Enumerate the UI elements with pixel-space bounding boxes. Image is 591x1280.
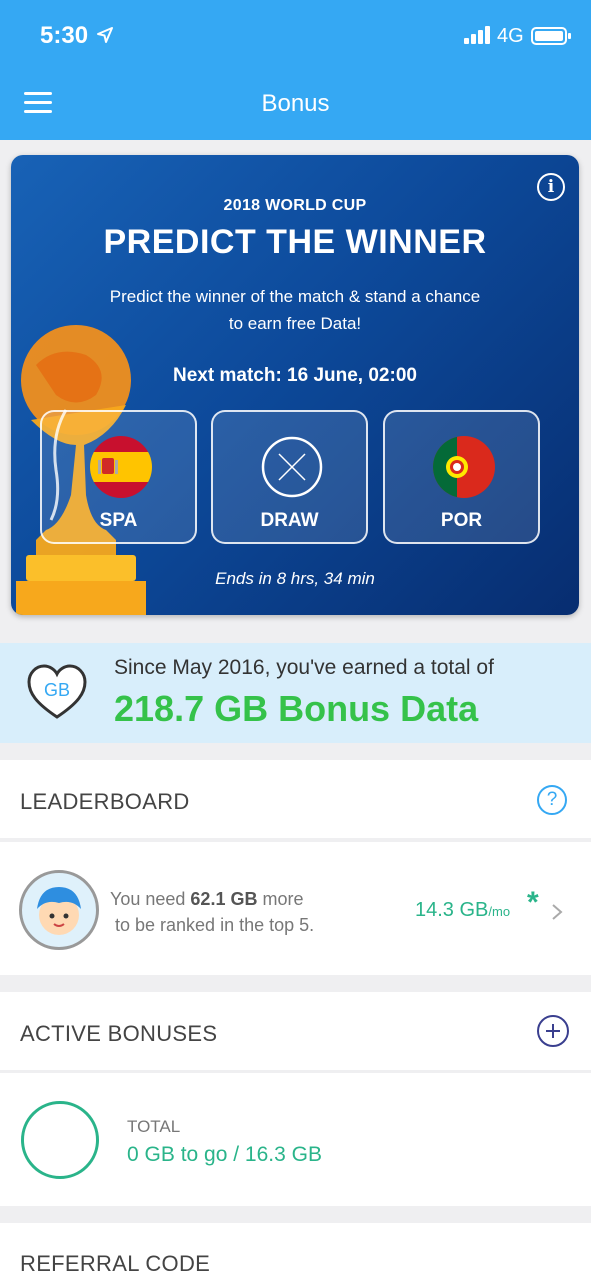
cell-signal-icon	[464, 26, 490, 44]
referral-code-header[interactable]: REFERRAL CODE	[0, 1223, 591, 1280]
leaderboard-header: LEADERBOARD ?	[0, 760, 591, 838]
draw-x-icon	[261, 436, 323, 498]
section-title: REFERRAL CODE	[20, 1251, 211, 1276]
status-bar: 5:30 4G	[0, 0, 591, 70]
section-title: ACTIVE BONUSES	[20, 1021, 218, 1046]
spain-flag-icon	[90, 436, 152, 498]
battery-icon	[531, 27, 571, 45]
bonus-summary-banner: GB Since May 2016, you've earned a total…	[0, 643, 591, 743]
world-cup-promo-card[interactable]: i 2018 WORLD CUP PREDICT THE WINNER Pred…	[11, 155, 579, 615]
asterisk-marker: *	[527, 886, 539, 919]
chevron-right-icon[interactable]	[551, 903, 563, 921]
leaderboard-row[interactable]: You need 62.1 GB more to be ranked in th…	[0, 842, 591, 975]
page-title: Bonus	[261, 90, 330, 117]
choice-label: DRAW	[260, 510, 319, 531]
active-bonus-total-row: TOTAL 0 GB to go / 16.3 GB	[0, 1073, 591, 1206]
choice-label: SPA	[99, 510, 138, 531]
countdown-text: Ends in 8 hrs, 34 min	[215, 569, 375, 588]
choice-portugal-button[interactable]: POR	[383, 410, 540, 544]
add-bonus-icon[interactable]	[537, 1015, 569, 1047]
location-arrow-icon	[97, 27, 113, 43]
progress-ring	[21, 1101, 99, 1179]
choice-spain-button[interactable]: SPA	[40, 410, 197, 544]
network-type: 4G	[497, 25, 524, 47]
help-icon[interactable]: ?	[537, 785, 567, 815]
choice-draw-button[interactable]: DRAW	[211, 410, 368, 544]
total-value: 0 GB to go / 16.3 GB	[127, 1143, 322, 1166]
svg-text:GB: GB	[44, 680, 70, 700]
gb-heart-icon: GB	[27, 664, 87, 719]
promo-description: Predict the winner of the match & stand …	[109, 287, 481, 333]
active-bonuses-header: ACTIVE BONUSES	[0, 992, 591, 1070]
promo-title: PREDICT THE WINNER	[103, 223, 487, 261]
bonus-total-value: 218.7 GB Bonus Data	[114, 688, 479, 729]
promo-eyebrow: 2018 WORLD CUP	[223, 197, 367, 214]
bonus-earned-text: Since May 2016, you've earned a total of	[114, 656, 494, 679]
portugal-flag-icon	[433, 436, 495, 498]
rank-message: You need 62.1 GB more to be ranked in th…	[110, 889, 315, 935]
status-time: 5:30	[40, 22, 89, 49]
section-title: LEADERBOARD	[20, 789, 190, 814]
choice-label: POR	[440, 510, 483, 531]
total-label: TOTAL	[127, 1117, 181, 1136]
avatar	[19, 870, 99, 950]
next-match: Next match: 16 June, 02:00	[173, 365, 417, 386]
app-header: 5:30 4G Bonus	[0, 0, 591, 140]
monthly-rate: 14.3 GB/mo	[415, 899, 511, 921]
user-avatar-icon	[37, 887, 81, 935]
